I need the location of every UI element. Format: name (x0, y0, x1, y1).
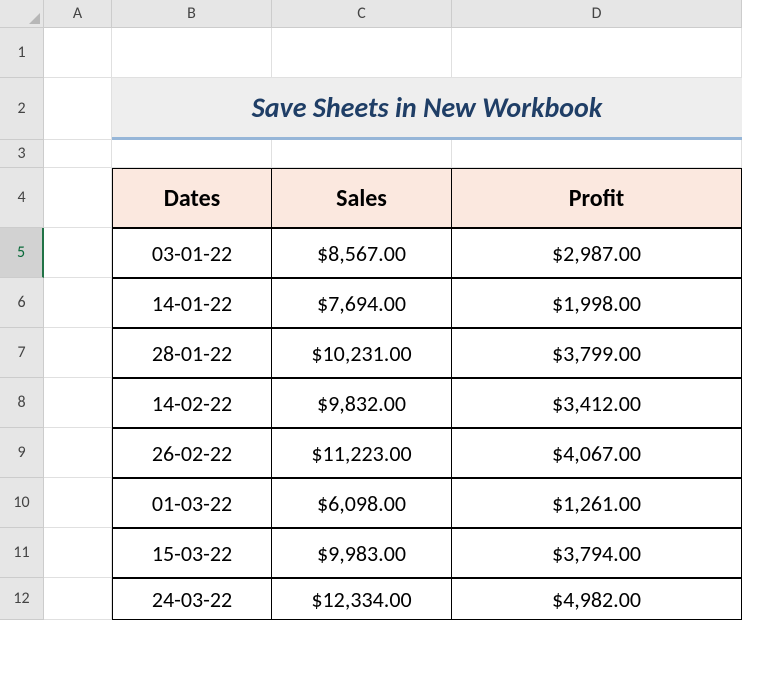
row-header-5[interactable]: 5 (0, 228, 44, 278)
table-cell-profit[interactable]: $1,261.00 (452, 478, 742, 528)
table-cell-sales[interactable]: $12,334.00 (272, 578, 452, 620)
table-cell-date[interactable]: 24-03-22 (112, 578, 272, 620)
table-cell-profit[interactable]: $3,794.00 (452, 528, 742, 578)
table-cell-profit[interactable]: $4,982.00 (452, 578, 742, 620)
cell-a9[interactable] (44, 428, 112, 478)
cell-b3[interactable] (112, 140, 272, 168)
row-header-1[interactable]: 1 (0, 28, 44, 78)
table-cell-sales[interactable]: $6,098.00 (272, 478, 452, 528)
table-cell-date[interactable]: 15-03-22 (112, 528, 272, 578)
page-title[interactable]: Save Sheets in New Workbook (112, 78, 742, 140)
table-header-profit[interactable]: Profit (452, 168, 742, 228)
cell-a8[interactable] (44, 378, 112, 428)
cell-a11[interactable] (44, 528, 112, 578)
table-cell-date[interactable]: 14-02-22 (112, 378, 272, 428)
row-header-10[interactable]: 10 (0, 478, 44, 528)
table-cell-profit[interactable]: $1,998.00 (452, 278, 742, 328)
table-cell-date[interactable]: 28-01-22 (112, 328, 272, 378)
select-all-corner[interactable] (0, 0, 44, 28)
table-cell-date[interactable]: 03-01-22 (112, 228, 272, 278)
col-header-c[interactable]: C (272, 0, 452, 28)
row-header-7[interactable]: 7 (0, 328, 44, 378)
cell-a7[interactable] (44, 328, 112, 378)
table-header-sales[interactable]: Sales (272, 168, 452, 228)
cell-a4[interactable] (44, 168, 112, 228)
cell-a3[interactable] (44, 140, 112, 168)
col-header-d[interactable]: D (452, 0, 742, 28)
table-cell-sales[interactable]: $8,567.00 (272, 228, 452, 278)
table-cell-profit[interactable]: $4,067.00 (452, 428, 742, 478)
table-cell-sales[interactable]: $11,223.00 (272, 428, 452, 478)
row-header-9[interactable]: 9 (0, 428, 44, 478)
table-cell-sales[interactable]: $10,231.00 (272, 328, 452, 378)
table-cell-sales[interactable]: $9,832.00 (272, 378, 452, 428)
cell-c1[interactable] (272, 28, 452, 78)
cell-a6[interactable] (44, 278, 112, 328)
row-header-3[interactable]: 3 (0, 140, 44, 168)
col-header-b[interactable]: B (112, 0, 272, 28)
table-cell-date[interactable]: 26-02-22 (112, 428, 272, 478)
row-header-8[interactable]: 8 (0, 378, 44, 428)
table-cell-sales[interactable]: $9,983.00 (272, 528, 452, 578)
row-header-4[interactable]: 4 (0, 168, 44, 228)
spreadsheet-grid: A B C D 1 2 Save Sheets in New Workbook … (0, 0, 767, 620)
cell-d3[interactable] (452, 140, 742, 168)
cell-a2[interactable] (44, 78, 112, 140)
cell-a10[interactable] (44, 478, 112, 528)
row-header-11[interactable]: 11 (0, 528, 44, 578)
cell-a12[interactable] (44, 578, 112, 620)
table-cell-date[interactable]: 14-01-22 (112, 278, 272, 328)
cell-a5[interactable] (44, 228, 112, 278)
table-cell-date[interactable]: 01-03-22 (112, 478, 272, 528)
table-header-dates[interactable]: Dates (112, 168, 272, 228)
table-cell-profit[interactable]: $3,412.00 (452, 378, 742, 428)
col-header-a[interactable]: A (44, 0, 112, 28)
cell-d1[interactable] (452, 28, 742, 78)
table-cell-sales[interactable]: $7,694.00 (272, 278, 452, 328)
table-cell-profit[interactable]: $2,987.00 (452, 228, 742, 278)
row-header-12[interactable]: 12 (0, 578, 44, 620)
cell-b1[interactable] (112, 28, 272, 78)
cell-c3[interactable] (272, 140, 452, 168)
cell-a1[interactable] (44, 28, 112, 78)
row-header-2[interactable]: 2 (0, 78, 44, 140)
row-header-6[interactable]: 6 (0, 278, 44, 328)
table-cell-profit[interactable]: $3,799.00 (452, 328, 742, 378)
